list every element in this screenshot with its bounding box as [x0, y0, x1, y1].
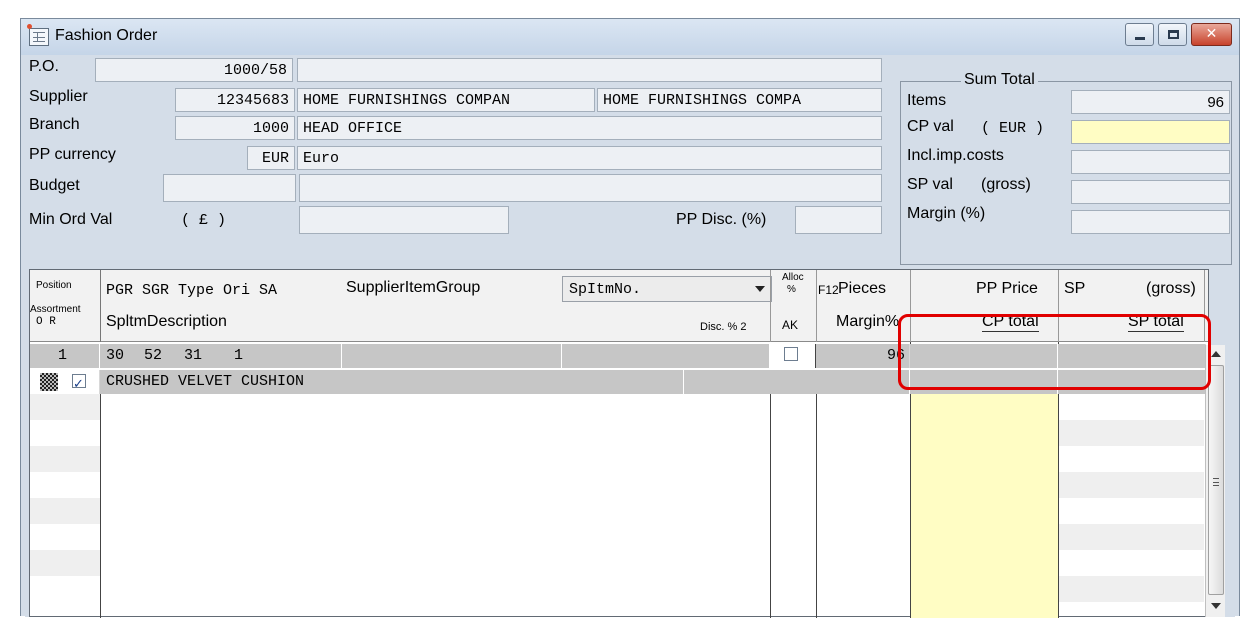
supplier-item-group-header: SupplierItemGroup: [346, 279, 481, 296]
app-table-icon: [27, 24, 49, 46]
po-label: P.O.: [29, 58, 59, 75]
row-sgr: 52: [144, 347, 163, 364]
currency-label: PP currency: [29, 146, 116, 163]
min-ord-val-label: Min Ord Val: [29, 211, 113, 228]
supplier-name-field[interactable]: HOME FURNISHINGS COMPAN: [297, 88, 595, 112]
margin-label: Margin (%): [907, 205, 986, 222]
supplier-code-field[interactable]: 12345683: [175, 88, 295, 112]
table-row-detail[interactable]: CRUSHED VELVET CUSHION: [30, 370, 1206, 398]
cp-val-field[interactable]: [1071, 120, 1230, 144]
assortment-pattern-icon: [40, 373, 58, 391]
budget-label: Budget: [29, 177, 80, 194]
chevron-down-icon: [755, 286, 765, 292]
branch-code-field[interactable]: 1000: [175, 116, 295, 140]
supplier-name2-field[interactable]: HOME FURNISHINGS COMPA: [597, 88, 882, 112]
sum-total-title: Sum Total: [961, 71, 1038, 89]
close-icon: ✕: [1205, 26, 1218, 42]
row-supplier-item-group: [342, 344, 562, 368]
alloc-checkbox[interactable]: [784, 347, 798, 361]
disc2-header: Disc. % 2: [700, 321, 747, 333]
alloc-pct-header: %: [787, 284, 796, 295]
po-field[interactable]: 1000/58: [95, 58, 293, 82]
currency-code-field[interactable]: EUR: [247, 146, 295, 170]
scroll-down-icon[interactable]: [1211, 603, 1221, 609]
row-pieces: 96: [816, 344, 910, 368]
incl-imp-costs-label: Incl.imp.costs: [907, 147, 1004, 164]
row-sp-total: [1058, 370, 1206, 394]
items-field[interactable]: 96: [1071, 90, 1230, 114]
row-cp-total: [910, 370, 1058, 394]
items-label: Items: [907, 92, 947, 109]
f12-header: F12: [818, 283, 839, 297]
po-extra-field[interactable]: [297, 58, 882, 82]
grid-header: Position Assortment O R PGR SGR Type Ori…: [30, 270, 1208, 342]
supplier-label: Supplier: [29, 88, 88, 105]
pp-price-header: PP Price: [976, 280, 1038, 297]
row-sp: [1058, 344, 1206, 368]
order-form: P.O. 1000/58 Supplier 12345683 HOME FURN…: [25, 55, 1235, 618]
branch-name-field[interactable]: HEAD OFFICE: [297, 116, 882, 140]
min-ord-val-field[interactable]: [299, 206, 509, 234]
row-assortment-cell: [30, 370, 100, 398]
sp-gross-header: (gross): [1146, 280, 1196, 297]
close-button[interactable]: ✕: [1191, 23, 1232, 46]
sp-total-header: SP total: [1128, 313, 1184, 332]
cp-val-currency: ( EUR ): [981, 120, 1045, 137]
grid-scrollbar[interactable]: [1205, 345, 1225, 617]
sp-header: SP: [1064, 280, 1086, 297]
row-pgr: 30: [106, 347, 125, 364]
title-bar: Fashion Order ✕: [21, 19, 1239, 55]
cp-total-header: CP total: [982, 313, 1039, 332]
alloc-header: Alloc: [782, 272, 804, 283]
or-header: O R: [36, 316, 56, 328]
order-lines-grid: Position Assortment O R PGR SGR Type Ori…: [29, 269, 1209, 618]
pieces-header: Pieces: [838, 280, 887, 297]
margin-pct-header: Margin%: [836, 313, 900, 330]
budget-field[interactable]: [163, 174, 296, 202]
cp-val-label: CP val: [907, 118, 954, 135]
grip-icon: [1213, 478, 1219, 486]
sp-val-gross: (gross): [981, 176, 1031, 193]
sp-val-field[interactable]: [1071, 180, 1230, 204]
row-position: 1: [30, 344, 100, 368]
pp-price-column: [911, 394, 1058, 618]
codes-header: PGR SGR Type Ori SA: [106, 282, 278, 299]
sp-itm-no-value: SpItmNo.: [569, 281, 642, 298]
row-ori: 1: [228, 344, 342, 368]
sp-itm-no-dropdown[interactable]: SpItmNo.: [562, 276, 772, 302]
fashion-order-window: Fashion Order ✕ P.O. 1000/58 Supplier 12…: [20, 18, 1240, 618]
branch-label: Branch: [29, 116, 80, 133]
scroll-thumb[interactable]: [1208, 365, 1224, 595]
budget-extra-field[interactable]: [299, 174, 882, 202]
ak-header: AK: [782, 318, 799, 332]
row-select-checkbox[interactable]: [72, 372, 86, 398]
maximize-icon: [1168, 30, 1179, 39]
sum-total-group: Sum Total Items 96 CP val ( EUR ) Incl.i…: [900, 71, 1232, 265]
row-disc2: [684, 370, 910, 394]
row-type: 31: [184, 347, 203, 364]
incl-imp-costs-field[interactable]: [1071, 150, 1230, 174]
row-sp-itm-no: [562, 344, 770, 368]
margin-field[interactable]: [1071, 210, 1230, 234]
row-pp-price: [910, 344, 1058, 368]
row-description: CRUSHED VELVET CUSHION: [100, 370, 684, 394]
description-header: SpltmDescription: [106, 313, 227, 330]
min-ord-currency: ( £ ): [181, 212, 227, 229]
pp-disc-label: PP Disc. (%): [676, 211, 767, 228]
row-alloc-cell: [770, 344, 816, 368]
minimize-button[interactable]: [1125, 23, 1154, 46]
scroll-up-icon[interactable]: [1211, 351, 1221, 357]
sp-val-label: SP val: [907, 176, 953, 193]
minimize-icon: [1135, 37, 1145, 40]
window-title: Fashion Order: [55, 27, 158, 44]
pp-disc-field[interactable]: [795, 206, 882, 234]
position-header: Position: [36, 280, 72, 291]
maximize-button[interactable]: [1158, 23, 1187, 46]
table-row[interactable]: 1 30 52 31 1 96: [30, 344, 1206, 368]
assortment-header: Assortment: [30, 304, 81, 315]
currency-name-field[interactable]: Euro: [297, 146, 882, 170]
